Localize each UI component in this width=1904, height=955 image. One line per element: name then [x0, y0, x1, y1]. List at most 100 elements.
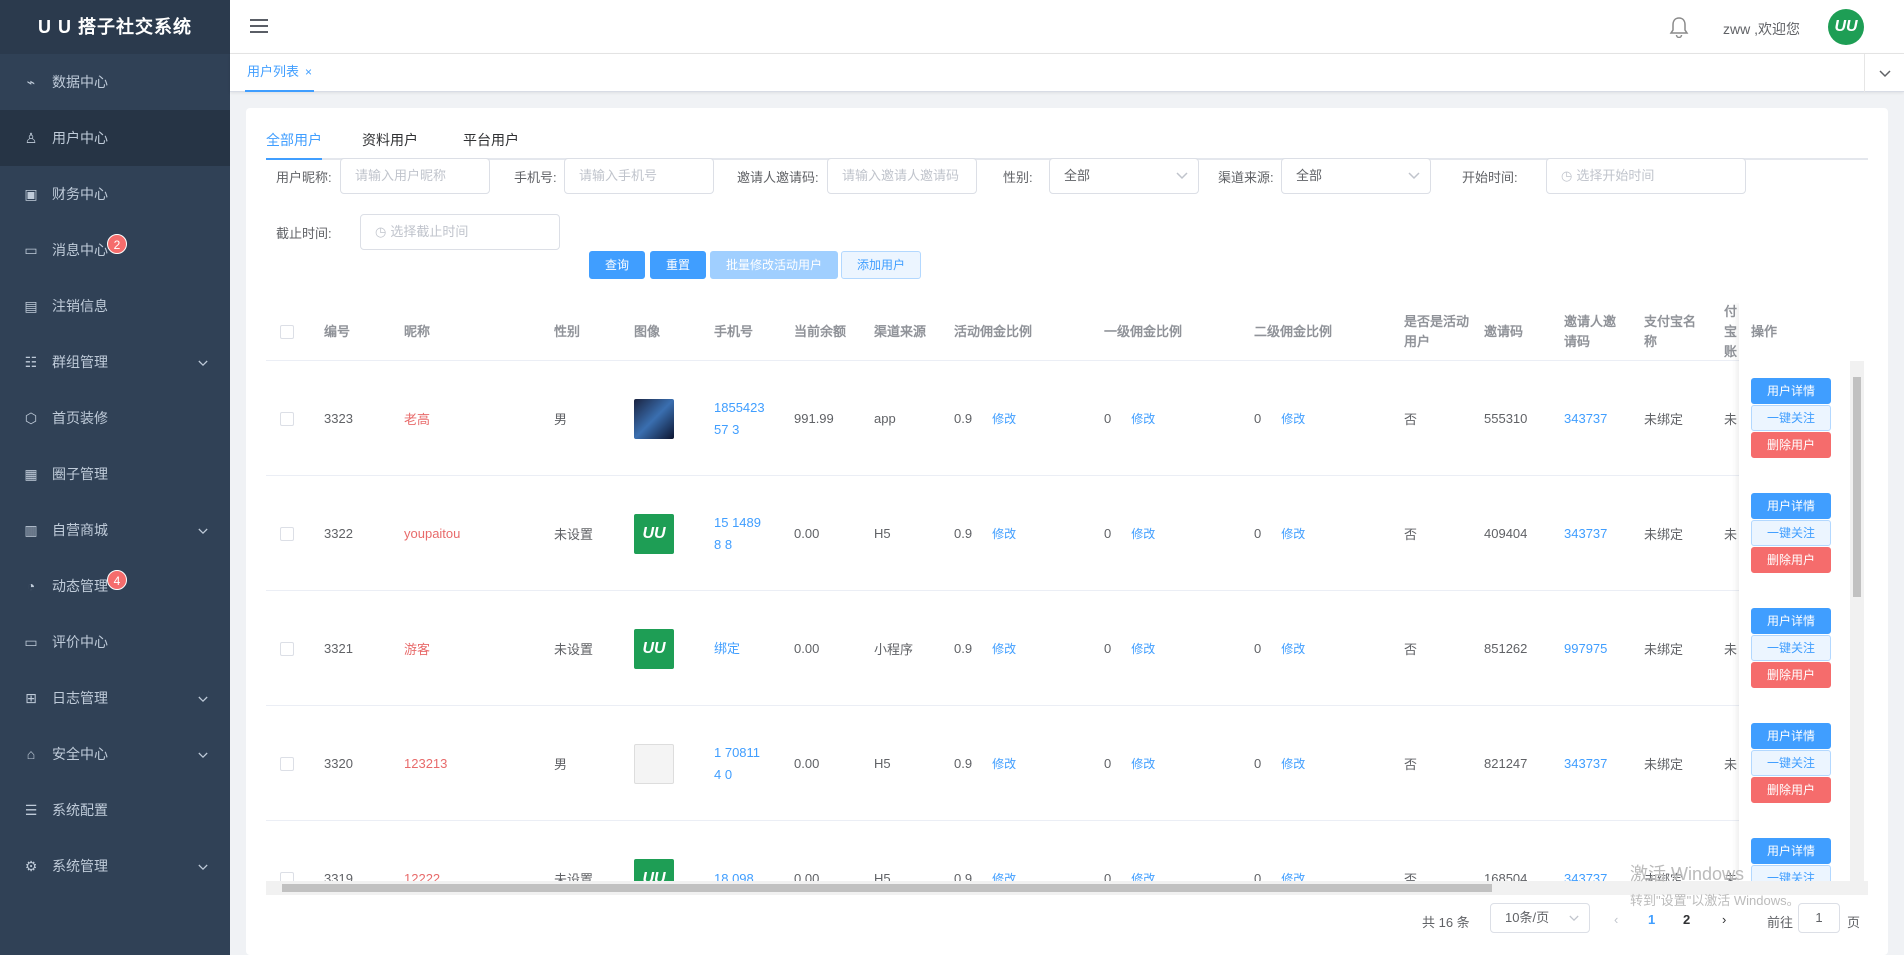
follow-button[interactable]: 一键关注	[1751, 635, 1831, 661]
delete-user-button[interactable]: 删除用户	[1751, 432, 1831, 458]
sidebar-item-9[interactable]: ▥ 自营商城	[0, 502, 230, 558]
sidebar-item-2[interactable]: ♙ 用户中心	[0, 110, 230, 166]
sidebar-item-13[interactable]: ⌂ 安全中心	[0, 726, 230, 782]
bell-icon[interactable]	[1668, 16, 1690, 41]
user-avatar-thumb[interactable]: UU	[634, 628, 674, 669]
horizontal-scrollbar[interactable]	[266, 881, 1868, 895]
end-time-label: 截止时间:	[276, 226, 332, 241]
hamburger-icon[interactable]	[250, 18, 268, 37]
tab-all-users[interactable]: 全部用户	[266, 130, 322, 160]
row-checkbox[interactable]	[280, 361, 294, 476]
invite-code-input[interactable]: 请输入邀请人邀请码	[827, 158, 977, 194]
close-icon[interactable]: ×	[305, 65, 312, 79]
cell-image[interactable]	[634, 361, 674, 476]
cell-inviter-code[interactable]: 343737	[1564, 476, 1607, 591]
avatar[interactable]: UU	[1828, 9, 1864, 45]
nickname-input[interactable]: 请输入用户昵称	[340, 158, 490, 194]
page-1[interactable]: 1	[1648, 912, 1655, 927]
cell-id: 3322	[324, 526, 353, 541]
row-checkbox[interactable]	[280, 476, 294, 591]
sidebar-item-5[interactable]: ▤ 注销信息	[0, 278, 230, 334]
cell-inviter-code[interactable]: 997975	[1564, 591, 1607, 706]
cell-inviter-code[interactable]: 343737	[1564, 706, 1607, 821]
cell-invite-code: 555310	[1484, 411, 1528, 426]
tag-user-list[interactable]: 用户列表 ×	[245, 54, 315, 92]
tab-profile-users[interactable]: 资料用户	[362, 130, 418, 160]
user-detail-button[interactable]: 用户详情	[1751, 608, 1831, 634]
follow-button[interactable]: 一键关注	[1751, 750, 1831, 776]
phone-link[interactable]: 绑定	[714, 638, 770, 660]
edit-level2-rate-link[interactable]: 修改	[1281, 755, 1305, 772]
edit-activity-rate-link[interactable]: 修改	[992, 755, 1016, 772]
goto-page-input[interactable]: 1	[1798, 903, 1840, 933]
sidebar-item-6[interactable]: ☷ 群组管理	[0, 334, 230, 390]
delete-user-button[interactable]: 删除用户	[1751, 547, 1831, 573]
cell-alipay-account: 未	[1724, 527, 1738, 542]
edit-activity-rate-link[interactable]: 修改	[992, 525, 1016, 542]
edit-level1-rate-link[interactable]: 修改	[1131, 755, 1155, 772]
sidebar-item-14[interactable]: ☰ 系统配置	[0, 782, 230, 838]
sidebar-item-10[interactable]: ◔ 动态管理 4	[0, 558, 230, 614]
row-checkbox[interactable]	[280, 591, 294, 706]
cell-image[interactable]: UU	[634, 476, 674, 591]
sidebar-item-4[interactable]: ▭ 消息中心 2	[0, 222, 230, 278]
tags-dropdown-button[interactable]	[1864, 54, 1904, 92]
edit-activity-rate-link[interactable]: 修改	[992, 410, 1016, 427]
start-time-picker[interactable]: ◷ 选择开始时间	[1546, 158, 1746, 194]
add-user-button[interactable]: 添加用户	[841, 251, 921, 279]
cell-image[interactable]	[634, 706, 674, 821]
user-detail-button[interactable]: 用户详情	[1751, 493, 1831, 519]
edit-activity-rate-link[interactable]: 修改	[992, 640, 1016, 657]
edit-level2-rate-link[interactable]: 修改	[1281, 640, 1305, 657]
sidebar-item-11[interactable]: ▭ 评价中心	[0, 614, 230, 670]
edit-level1-rate-link[interactable]: 修改	[1131, 410, 1155, 427]
user-avatar-thumb[interactable]: UU	[634, 513, 674, 554]
col-alipay-name: 支付宝名称	[1644, 314, 1697, 349]
row-checkbox[interactable]	[280, 706, 294, 821]
user-detail-button[interactable]: 用户详情	[1751, 723, 1831, 749]
edit-level2-rate-link[interactable]: 修改	[1281, 410, 1305, 427]
phone-link[interactable]: 1855423 57 3	[714, 397, 770, 441]
cell-id: 3321	[324, 641, 353, 656]
vertical-scroll-thumb[interactable]	[1853, 377, 1861, 597]
pagination-total: 共 16 条	[1422, 915, 1470, 930]
horizontal-scroll-thumb[interactable]	[282, 884, 1492, 892]
delete-user-button[interactable]: 删除用户	[1751, 662, 1831, 688]
query-button[interactable]: 查询	[589, 251, 645, 279]
user-detail-button[interactable]: 用户详情	[1751, 378, 1831, 404]
phone-link[interactable]: 1 70811 4 0	[714, 742, 770, 786]
user-avatar-thumb[interactable]	[634, 743, 674, 784]
cell-invite-code: 409404	[1484, 526, 1528, 541]
prev-page-icon[interactable]: ‹	[1614, 912, 1618, 927]
cell-image[interactable]: UU	[634, 591, 674, 706]
page-2[interactable]: 2	[1683, 912, 1690, 927]
select-all-checkbox[interactable]	[280, 303, 294, 361]
follow-button[interactable]: 一键关注	[1751, 520, 1831, 546]
col-image: 图像	[634, 324, 661, 339]
edit-level1-rate-link[interactable]: 修改	[1131, 525, 1155, 542]
edit-level2-rate-link[interactable]: 修改	[1281, 525, 1305, 542]
vertical-scrollbar[interactable]	[1850, 361, 1864, 881]
cell-inviter-code[interactable]: 343737	[1564, 361, 1607, 476]
delete-user-button[interactable]: 删除用户	[1751, 777, 1831, 803]
page-size-select[interactable]: 10条/页	[1490, 903, 1590, 933]
end-time-picker[interactable]: ◷ 选择截止时间	[360, 214, 560, 250]
gender-select[interactable]: 全部	[1049, 158, 1199, 194]
sidebar-item-3[interactable]: ▣ 财务中心	[0, 166, 230, 222]
phone-input[interactable]: 请输入手机号	[564, 158, 714, 194]
batch-edit-button[interactable]: 批量修改活动用户	[710, 251, 838, 279]
next-page-icon[interactable]: ›	[1722, 912, 1726, 927]
sidebar-item-12[interactable]: ⊞ 日志管理	[0, 670, 230, 726]
user-avatar-thumb[interactable]	[634, 398, 674, 439]
channel-select[interactable]: 全部	[1281, 158, 1431, 194]
reset-button[interactable]: 重置	[650, 251, 706, 279]
phone-link[interactable]: 15 1489 8 8	[714, 512, 770, 556]
edit-level1-rate-link[interactable]: 修改	[1131, 640, 1155, 657]
follow-button[interactable]: 一键关注	[1751, 405, 1831, 431]
sidebar-item-7[interactable]: ⬡ 首页装修	[0, 390, 230, 446]
tab-platform-users[interactable]: 平台用户	[463, 130, 519, 160]
sidebar-item-8[interactable]: ▦ 圈子管理	[0, 446, 230, 502]
table-row: 3320 123213 男 1 70811 4 0 0.00 H5 0.9 修改 0 修改 0 修改 否…	[266, 706, 1868, 821]
sidebar-item-1[interactable]: ⌁ 数据中心	[0, 54, 230, 110]
sidebar-item-15[interactable]: ⚙ 系统管理	[0, 838, 230, 894]
